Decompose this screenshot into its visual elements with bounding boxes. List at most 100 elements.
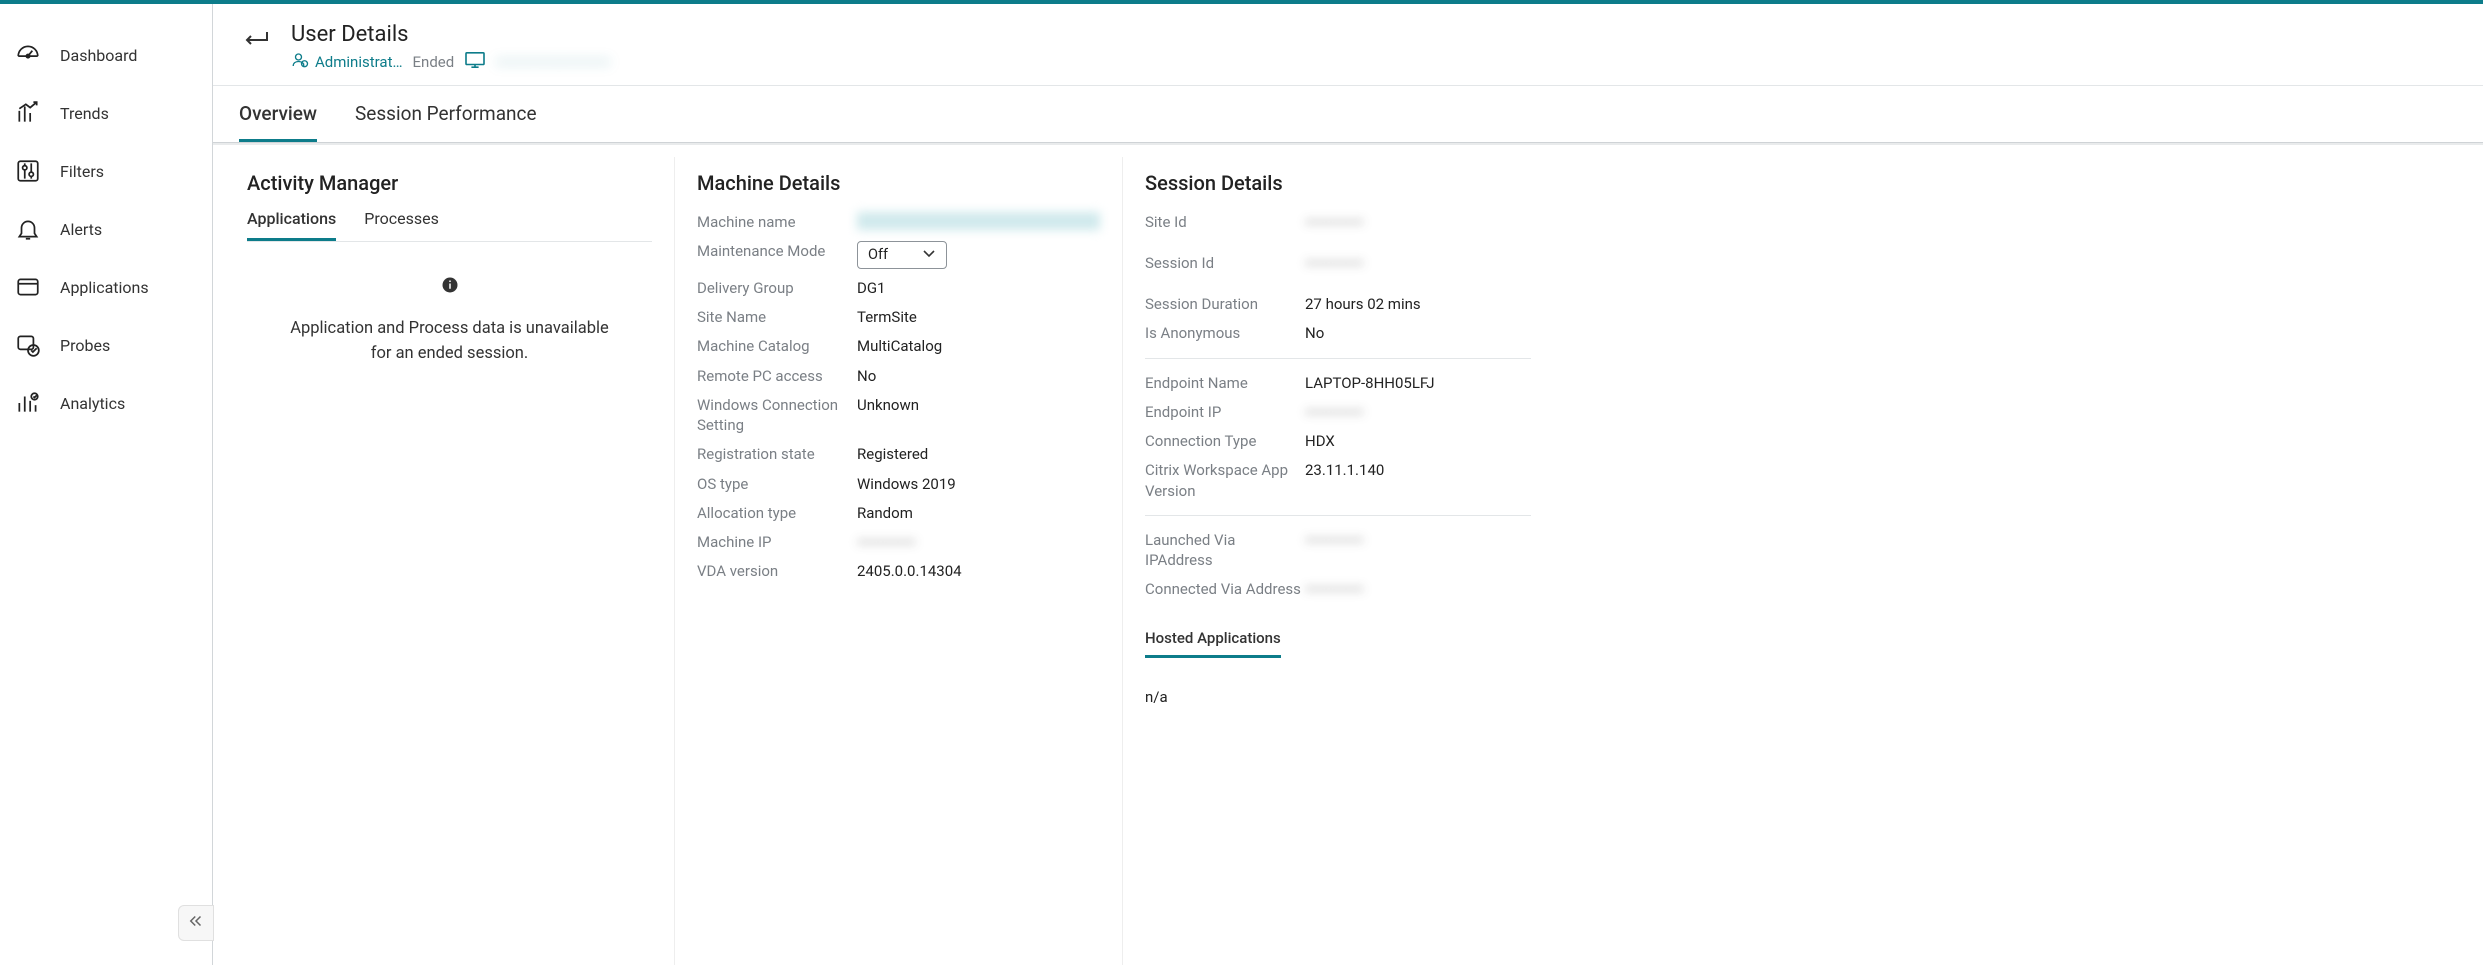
kv-key: Allocation type <box>697 503 857 523</box>
session-id-value-redacted: ————— <box>1305 253 1531 285</box>
machine-name-redacted[interactable]: ————————— <box>496 53 610 71</box>
activity-title: Activity Manager <box>247 171 652 195</box>
hosted-applications-value: n/a <box>1145 688 1531 706</box>
kv-key: Session Duration <box>1145 294 1305 314</box>
kv-val: Windows 2019 <box>857 474 1100 494</box>
endpoint-ip-value-redacted: ————— <box>1305 402 1531 422</box>
sidebar-collapse-button[interactable] <box>178 905 214 941</box>
sidebar-item-probes[interactable]: Probes <box>0 316 212 374</box>
kv-val: 23.11.1.140 <box>1305 460 1531 480</box>
sidebar-item-dashboard[interactable]: Dashboard <box>0 26 212 84</box>
header: User Details i Administrat… Ended ——————… <box>213 4 2483 86</box>
kv-key: Machine Catalog <box>697 336 857 356</box>
kv-key: Registration state <box>697 444 857 464</box>
kv-val: No <box>1305 323 1531 343</box>
connected-via-value-redacted: ————— <box>1305 579 1531 599</box>
kv-key: Delivery Group <box>697 278 857 298</box>
breadcrumb-user-label: Administrat… <box>315 53 403 71</box>
kv-val: Registered <box>857 444 1100 464</box>
machine-details-panel: Machine Details Machine name Maintenance… <box>675 157 1123 965</box>
analytics-icon <box>14 390 42 416</box>
kv-key: Launched Via IPAddress <box>1145 530 1305 571</box>
kv-val: TermSite <box>857 307 1100 327</box>
session-status: Ended <box>413 53 455 71</box>
sidebar-item-applications[interactable]: Applications <box>0 258 212 316</box>
machine-ip-value-redacted: ————— <box>857 532 1100 552</box>
sidebar-item-label: Dashboard <box>60 46 137 65</box>
probes-icon <box>14 332 42 358</box>
launched-via-value-redacted: ————— <box>1305 530 1531 550</box>
activity-manager-panel: Activity Manager Applications Processes … <box>225 157 675 965</box>
kv-key: Session Id <box>1145 253 1305 273</box>
kv-val: 2405.0.0.14304 <box>857 561 1100 581</box>
site-id-value-redacted: ————— <box>1305 212 1531 244</box>
activity-sub-tabs: Applications Processes <box>247 209 652 242</box>
kv-val: LAPTOP-8HH05LFJ <box>1305 373 1531 393</box>
kv-val: DG1 <box>857 278 1100 298</box>
user-icon: i <box>291 51 309 73</box>
breadcrumb: i Administrat… Ended ————————— <box>291 51 611 73</box>
kv-val: Random <box>857 503 1100 523</box>
sub-tab-applications[interactable]: Applications <box>247 209 336 241</box>
kv-key: Connection Type <box>1145 431 1305 451</box>
tab-session-performance[interactable]: Session Performance <box>355 102 537 142</box>
maintenance-mode-value: Off <box>868 245 888 265</box>
kv-key: Site Name <box>697 307 857 327</box>
kv-val: Unknown <box>857 395 1100 415</box>
page-title: User Details <box>291 22 611 47</box>
sidebar-item-alerts[interactable]: Alerts <box>0 200 212 258</box>
window-icon <box>14 274 42 300</box>
sidebar: Dashboard Trends Filters Alerts Applicat… <box>0 4 213 965</box>
sidebar-item-analytics[interactable]: Analytics <box>0 374 212 432</box>
maintenance-mode-select[interactable]: Off <box>857 241 947 269</box>
kv-key: Windows Connection Setting <box>697 395 857 436</box>
filters-icon <box>14 158 42 184</box>
back-button[interactable] <box>241 28 271 56</box>
kv-key: Is Anonymous <box>1145 323 1305 343</box>
activity-empty-message: Application and Process data is unavaila… <box>247 276 652 366</box>
gauge-icon <box>14 42 42 68</box>
breadcrumb-user-link[interactable]: i Administrat… <box>291 51 403 73</box>
info-icon <box>247 276 652 303</box>
sidebar-item-label: Alerts <box>60 220 102 239</box>
kv-val: HDX <box>1305 431 1531 451</box>
kv-val: 27 hours 02 mins <box>1305 294 1531 314</box>
kv-key: Endpoint Name <box>1145 373 1305 393</box>
kv-key: Maintenance Mode <box>697 241 857 261</box>
tab-overview[interactable]: Overview <box>239 102 317 142</box>
kv-key: Connected Via Address <box>1145 579 1305 599</box>
svg-text:i: i <box>303 61 304 67</box>
kv-key: Machine IP <box>697 532 857 552</box>
session-title: Session Details <box>1145 171 1531 195</box>
sidebar-item-label: Applications <box>60 278 149 297</box>
chevron-double-left-icon <box>187 912 205 934</box>
kv-key: Endpoint IP <box>1145 402 1305 422</box>
kv-key: Machine name <box>697 212 857 232</box>
kv-key: OS type <box>697 474 857 494</box>
machine-title: Machine Details <box>697 171 1100 195</box>
sub-tab-processes[interactable]: Processes <box>364 209 439 241</box>
sidebar-item-label: Analytics <box>60 394 125 413</box>
kv-key: VDA version <box>697 561 857 581</box>
sidebar-item-label: Filters <box>60 162 104 181</box>
kv-val: MultiCatalog <box>857 336 1100 356</box>
kv-key: Site Id <box>1145 212 1305 232</box>
trends-icon <box>14 100 42 126</box>
monitor-icon <box>464 51 486 73</box>
session-details-panel: Session Details Site Id————— Session Id—… <box>1123 157 1553 965</box>
chevron-down-icon <box>922 245 936 265</box>
kv-key: Remote PC access <box>697 366 857 386</box>
main-tabs: Overview Session Performance <box>213 86 2483 143</box>
kv-key: Citrix Workspace App Version <box>1145 460 1305 501</box>
hosted-applications-tab[interactable]: Hosted Applications <box>1145 629 1281 658</box>
empty-line-2: for an ended session. <box>247 342 652 367</box>
kv-val: No <box>857 366 1100 386</box>
sidebar-item-label: Trends <box>60 104 109 123</box>
empty-line-1: Application and Process data is unavaila… <box>247 317 652 342</box>
machine-name-value-redacted <box>857 212 1100 230</box>
sidebar-item-label: Probes <box>60 336 110 355</box>
sidebar-item-filters[interactable]: Filters <box>0 142 212 200</box>
bell-icon <box>14 216 42 242</box>
sidebar-item-trends[interactable]: Trends <box>0 84 212 142</box>
main-area: User Details i Administrat… Ended ——————… <box>213 4 2483 965</box>
